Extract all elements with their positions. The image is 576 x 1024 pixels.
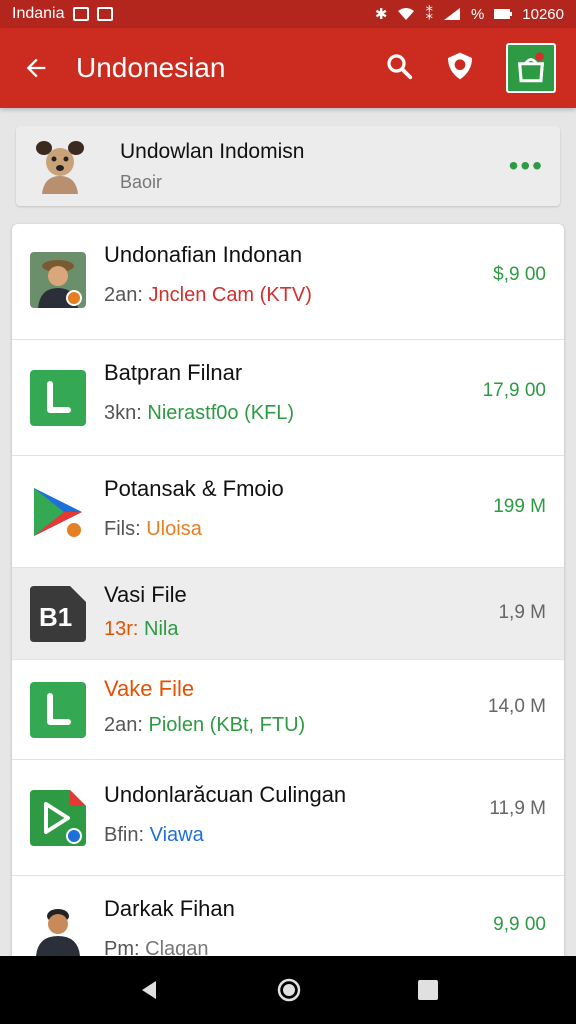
- account-card[interactable]: Undowlan Indomisn Baoir •••: [16, 126, 560, 206]
- battery-icon: [494, 9, 513, 19]
- green-app-icon: [30, 682, 86, 738]
- app-bar: Undonesian: [0, 28, 576, 108]
- account-name: Undowlan Indomisn: [120, 139, 305, 163]
- svg-text:B1: B1: [39, 602, 72, 632]
- list-item[interactable]: Vake File 2an: Piolen (KBt, FTU) 14,0 M: [12, 660, 564, 760]
- item-detail: 2an: Jnclen Cam (KTV): [104, 284, 312, 306]
- signal-icon: [443, 8, 460, 20]
- item-name: Vasi File: [104, 582, 187, 607]
- play-store-icon: [30, 484, 86, 540]
- account-subtitle: Baoir: [120, 171, 163, 192]
- status-bar: Indania ✱ ⁑ % 10260: [0, 0, 576, 28]
- store-button[interactable]: [506, 43, 556, 93]
- item-size: 14,0 M: [487, 696, 546, 717]
- item-detail: Bfin: Viawa: [104, 824, 204, 846]
- shopping-bag-icon: [517, 52, 545, 83]
- nav-recents-icon[interactable]: [417, 979, 439, 1001]
- search-icon: [387, 53, 413, 79]
- item-size: $,9 00: [493, 264, 546, 285]
- item-detail: 13r: Nila: [104, 618, 179, 640]
- image-notification-icon: [72, 7, 89, 21]
- item-name: Batpran Filnar: [104, 360, 243, 385]
- item-name: Undonlarăcuan Culingan: [104, 782, 347, 807]
- person-avatar-icon: [30, 900, 86, 956]
- search-button[interactable]: [384, 51, 414, 86]
- navigation-bar: [0, 956, 576, 1024]
- item-size: 17,9 00: [482, 380, 546, 401]
- battery-percentage: %: [470, 5, 485, 23]
- item-name: Vake File: [104, 676, 195, 701]
- arrow-back-icon: [26, 58, 46, 78]
- item-name: Potansak & Fmoio: [104, 476, 284, 501]
- bluetooth-icon: ✱: [374, 6, 388, 23]
- item-name: Darkak Fihan: [104, 896, 235, 921]
- list-item[interactable]: Undonlarăcuan Culingan Bfin: Viawa 11,9 …: [12, 760, 564, 876]
- vibrate-icon: ⁑: [425, 6, 433, 23]
- item-size: 9,9 00: [493, 914, 546, 935]
- item-size: 1,9 M: [498, 602, 546, 623]
- person-avatar-icon: [30, 252, 86, 308]
- page-title: Undonesian: [76, 52, 226, 83]
- wifi-icon: [398, 8, 415, 20]
- dog-avatar-icon: [36, 141, 84, 194]
- nav-back-icon[interactable]: [137, 978, 161, 1002]
- item-detail: 3kn: Nierastf0o (KFL): [104, 402, 295, 424]
- back-button[interactable]: [0, 54, 72, 82]
- list-item[interactable]: Undonafian Indonan 2an: Jnclen Cam (KTV)…: [12, 224, 564, 340]
- app-list: Undonafian Indonan 2an: Jnclen Cam (KTV)…: [12, 224, 564, 984]
- play-video-icon: [30, 790, 86, 846]
- carrier-label: Indania: [12, 5, 65, 22]
- item-size: 199 M: [493, 496, 546, 517]
- list-item[interactable]: Potansak & Fmoio Fils: Uloisa 199 M: [12, 456, 564, 568]
- item-size: 11,9 M: [489, 798, 546, 819]
- item-name: Undonafian Indonan: [104, 242, 303, 267]
- message-notification-icon: [96, 7, 113, 21]
- dark-app-icon: B1: [30, 586, 86, 642]
- item-detail: 2an: Piolen (KBt, FTU): [104, 714, 306, 736]
- item-detail: Fils: Uloisa: [104, 518, 202, 540]
- list-item[interactable]: B1 Vasi File 13r: Nila 1,9 M: [12, 568, 564, 660]
- list-item[interactable]: Batpran Filnar 3kn: Nierastf0o (KFL) 17,…: [12, 340, 564, 456]
- clock: 10260: [522, 5, 564, 23]
- shield-button[interactable]: [444, 50, 476, 87]
- more-options-button[interactable]: •••: [509, 150, 544, 182]
- nav-home-icon[interactable]: [276, 977, 302, 1003]
- green-app-icon: [30, 370, 86, 426]
- shield-icon: [448, 52, 472, 79]
